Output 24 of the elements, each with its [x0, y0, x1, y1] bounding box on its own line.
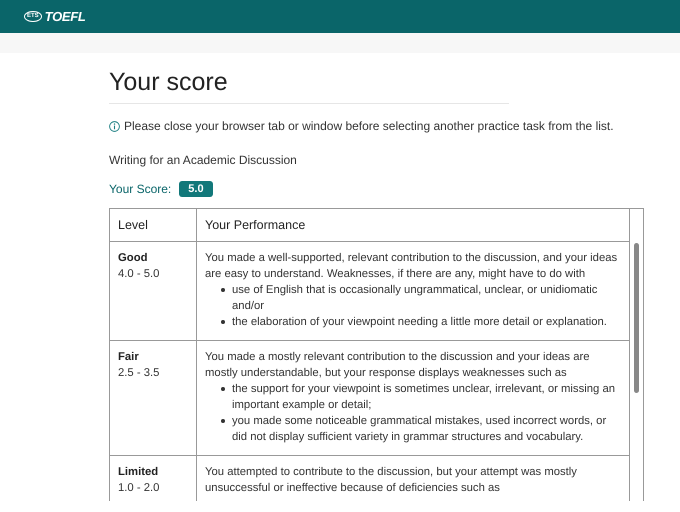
score-badge: 5.0: [179, 181, 213, 197]
score-label: Your Score:: [109, 182, 172, 196]
column-header: Your Performance: [196, 209, 630, 242]
bullet-icon: [221, 419, 225, 423]
bullet-icon: [221, 387, 225, 391]
level-name: Limited: [118, 465, 160, 480]
notice-text: Please close your browser tab or window before selecting another practice task from the list.: [124, 119, 614, 133]
level-range: 2.5 - 3.5: [118, 366, 160, 381]
bullet-icon: [221, 320, 225, 324]
bullet-icon: [221, 288, 225, 292]
performance-bullet: you made some noticeable grammatical mistakes, used incorrect words, or did not display sufficient variety in grammar structures and vocabulary.: [232, 414, 608, 445]
level-name: Fair: [118, 350, 140, 365]
column-header: Level: [110, 209, 196, 242]
page-title: Your score: [109, 67, 229, 97]
performance-bullet: the support for your viewpoint is sometimes unclear, irrelevant, or missing an important example or detail;: [232, 382, 616, 413]
performance-text: You attempted to contribute to the discussion, but your attempt was mostly unsuccessful or ineffective because of deficiencies such as: [205, 465, 578, 496]
logo-text: TOEFL: [44, 9, 86, 24]
level-name: Good: [118, 251, 148, 266]
task-name: Writing for an Academic Discussion: [109, 153, 298, 167]
info-icon: [109, 120, 120, 132]
level-range: 1.0 - 2.0: [118, 481, 160, 496]
level-range: 4.0 - 5.0: [118, 267, 160, 282]
scrollbar-thumb[interactable]: [634, 243, 639, 393]
performance-bullet: the elaboration of your viewpoint needing a little more detail or explanation.: [232, 315, 607, 330]
